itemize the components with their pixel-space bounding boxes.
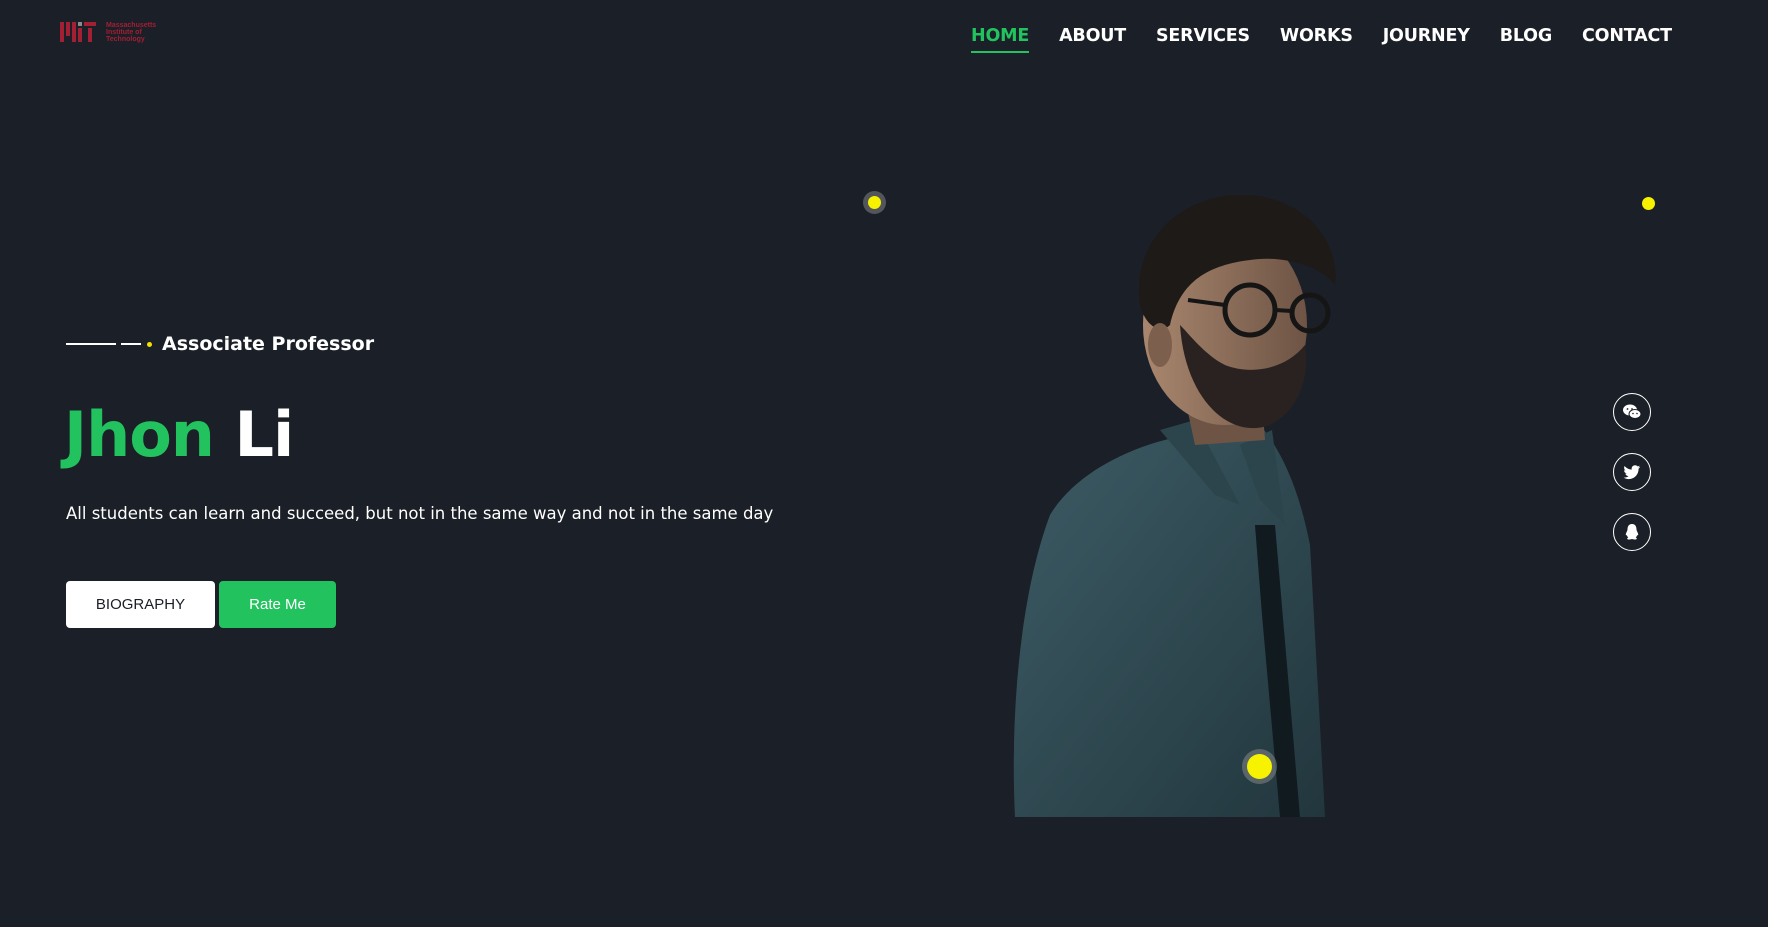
qq-button[interactable]: [1613, 513, 1651, 551]
decor-dot-top-right: [1642, 197, 1655, 210]
hero-name-last: Li: [234, 398, 295, 471]
decor-dot-bottom: [1247, 754, 1272, 779]
biography-button[interactable]: BIOGRAPHY: [66, 581, 215, 628]
logo-line-2: Institute of: [106, 28, 142, 36]
mit-logo-mark: [60, 22, 96, 42]
twitter-button[interactable]: [1613, 453, 1651, 491]
logo-line-1: Massachusetts: [106, 21, 157, 29]
nav-item-journey[interactable]: JOURNEY: [1383, 26, 1470, 53]
hero-name-first: Jhon: [64, 398, 215, 471]
decor-dot-top-left: [868, 196, 881, 209]
nav-item-about[interactable]: ABOUT: [1059, 26, 1126, 53]
decor-line-short: [121, 343, 141, 345]
mit-logo-text: Massachusetts Institute of Technology: [106, 22, 156, 43]
wechat-button[interactable]: [1613, 393, 1651, 431]
nav-item-contact[interactable]: CONTACT: [1582, 26, 1672, 53]
main-nav: HOME ABOUT SERVICES WORKS JOURNEY BLOG C…: [971, 26, 1702, 53]
hero-tagline: All students can learn and succeed, but …: [66, 504, 774, 523]
hero-name: Jhon Li: [64, 395, 295, 475]
nav-item-services[interactable]: SERVICES: [1156, 26, 1250, 53]
decor-line-long: [66, 343, 116, 345]
professor-portrait: [1013, 195, 1336, 817]
twitter-icon: [1623, 464, 1641, 479]
decor-dot: [147, 341, 152, 347]
hero-subtitle: Associate Professor: [162, 333, 375, 355]
page: Massachusetts Institute of Technology HO…: [0, 0, 1768, 927]
rate-me-button[interactable]: Rate Me: [219, 581, 336, 628]
logo-line-3: Technology: [106, 35, 145, 43]
wechat-icon: [1623, 404, 1642, 419]
nav-item-blog[interactable]: BLOG: [1500, 26, 1553, 53]
mit-logo[interactable]: Massachusetts Institute of Technology: [60, 20, 156, 44]
nav-item-works[interactable]: WORKS: [1280, 26, 1353, 53]
nav-item-home[interactable]: HOME: [971, 26, 1029, 53]
qq-icon: [1625, 524, 1639, 540]
subtitle-row: Associate Professor: [66, 333, 374, 355]
